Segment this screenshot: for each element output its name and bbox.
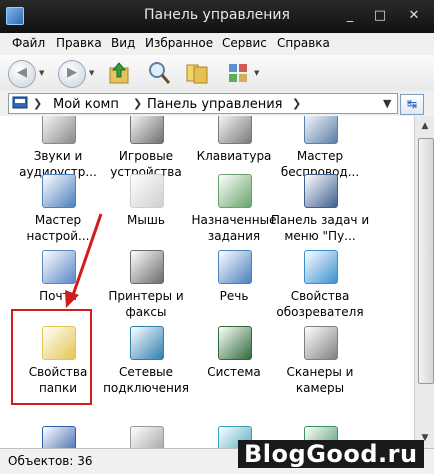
blog-watermark: BlogGood.ru <box>238 440 424 468</box>
explorer-window: Панель управления _ □ ✕ Файл Правка Вид … <box>0 0 434 474</box>
annotation-arrow <box>65 213 103 308</box>
